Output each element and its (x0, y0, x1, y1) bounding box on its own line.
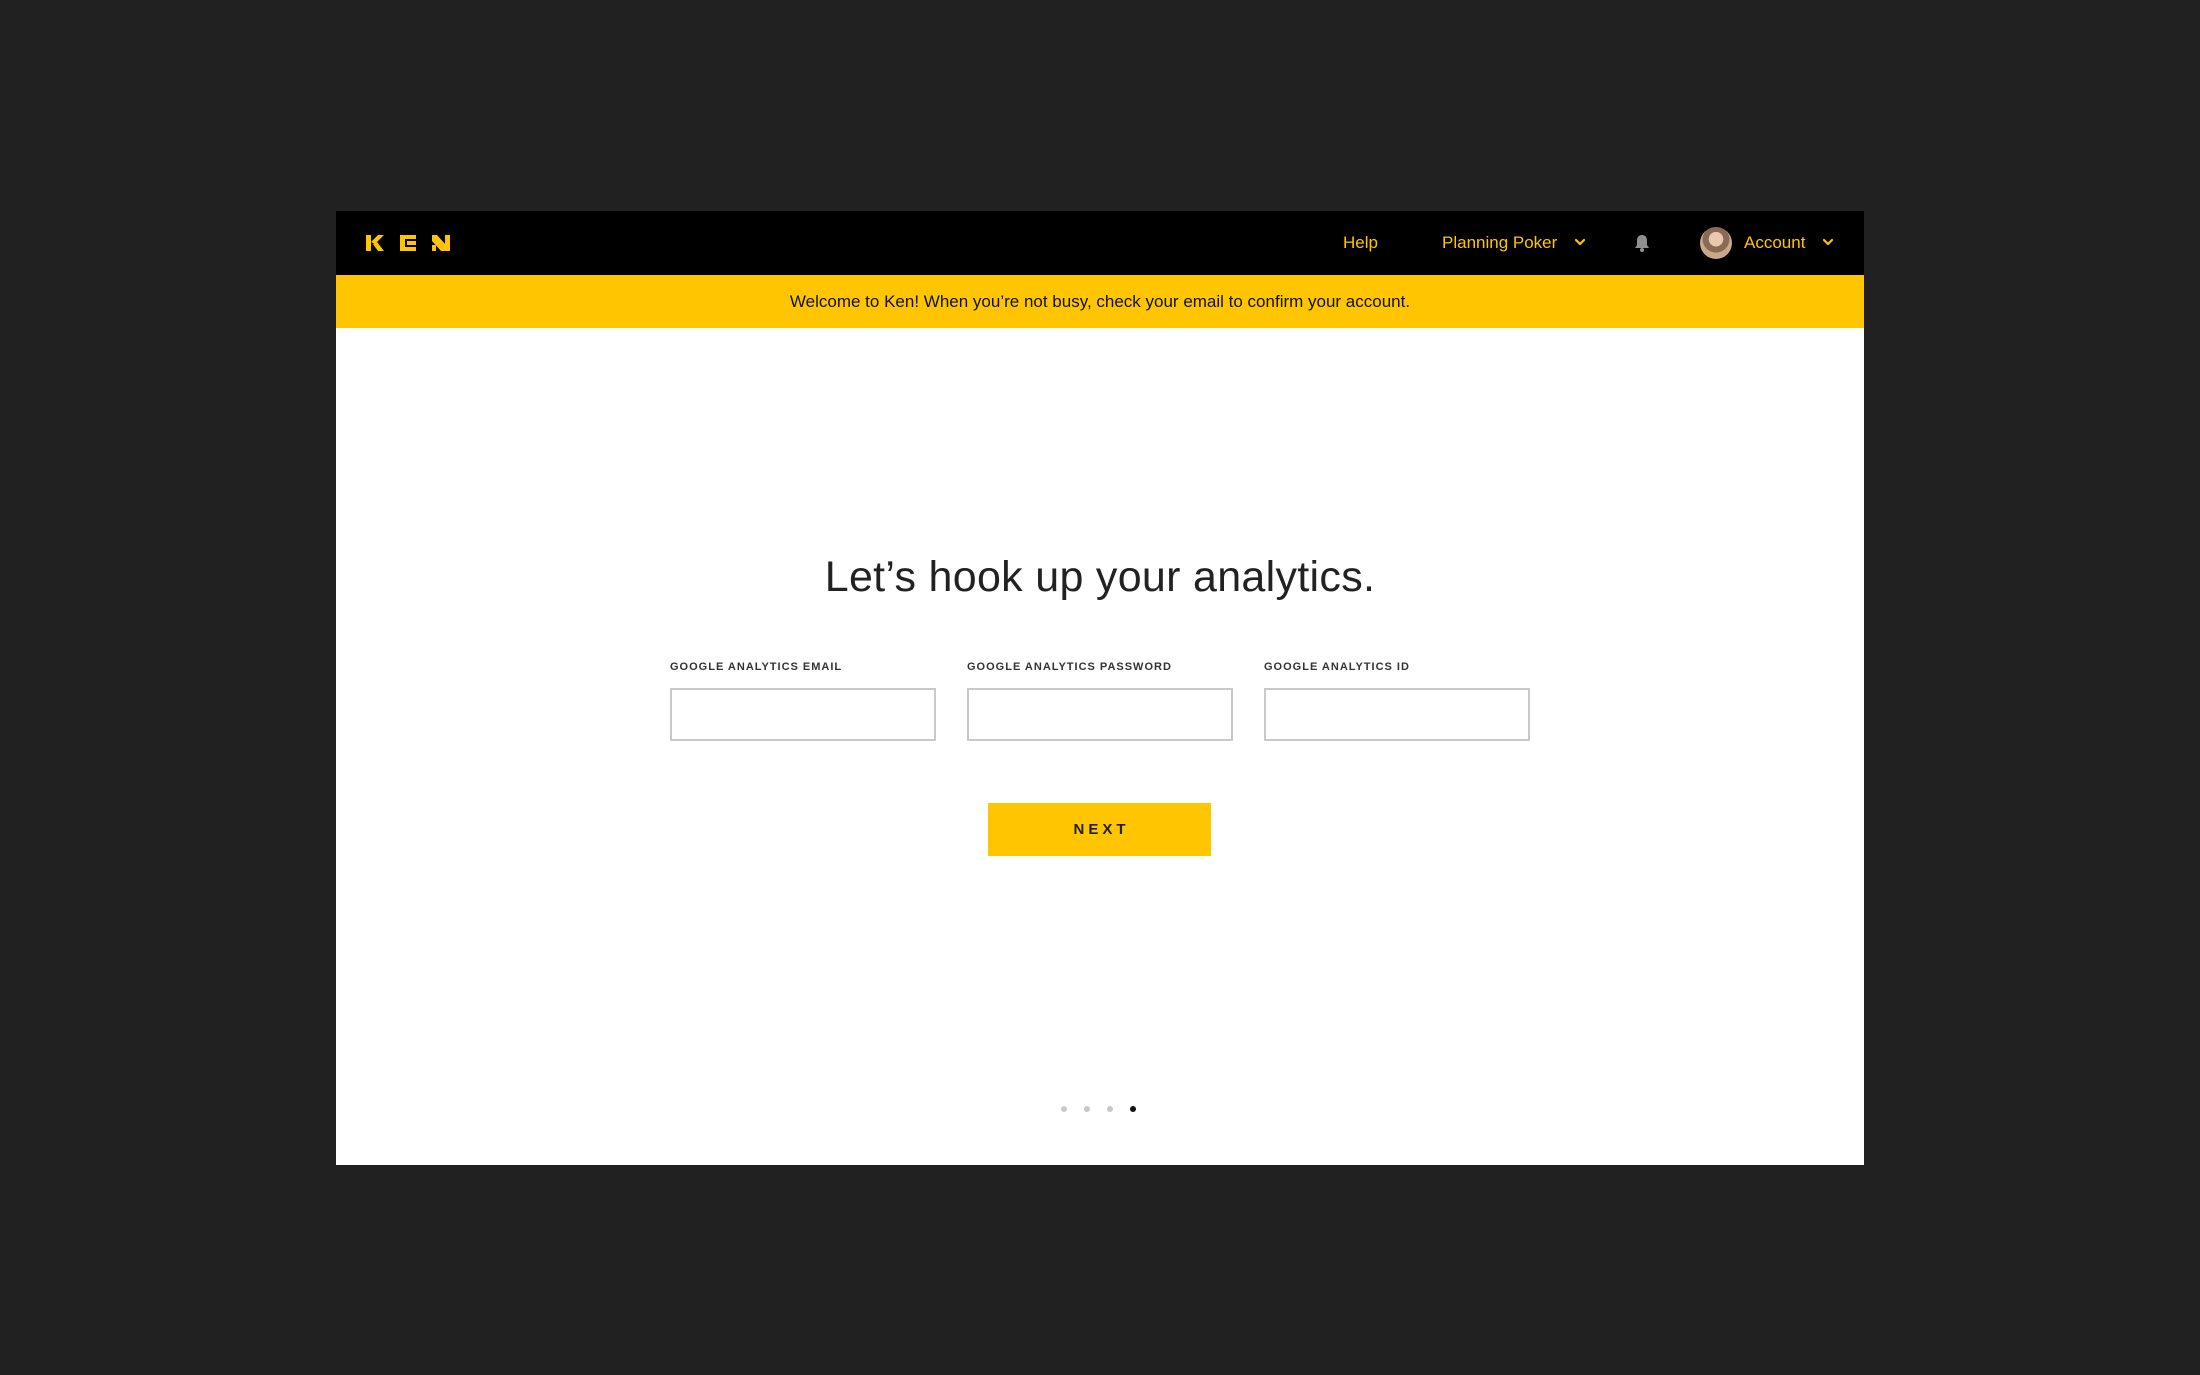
analytics-email-input[interactable] (670, 688, 936, 741)
nav-account-label: Account (1744, 233, 1806, 252)
analytics-password-input[interactable] (967, 688, 1233, 741)
top-navigation-bar: Help Planning Poker Account (336, 211, 1864, 275)
pager-dot-step-2[interactable] (1084, 1106, 1090, 1112)
nav-help-label: Help (1343, 233, 1378, 252)
chevron-down-icon (1574, 238, 1586, 246)
analytics-id-label: GOOGLE ANALYTICS ID (1264, 661, 1410, 673)
analytics-id-field-group: GOOGLE ANALYTICS ID (1264, 659, 1530, 741)
chevron-down-icon (1823, 238, 1834, 246)
welcome-banner: Welcome to Ken! When you’re not busy, ch… (336, 275, 1864, 328)
analytics-password-field-group: GOOGLE ANALYTICS PASSWORD (967, 659, 1233, 741)
nav-help-link[interactable]: Help (1343, 231, 1378, 255)
pager-dot-step-4[interactable] (1130, 1106, 1136, 1112)
next-button[interactable]: NEXT (988, 803, 1211, 856)
page-title: Let’s hook up your analytics. (824, 553, 1376, 601)
bell-icon[interactable] (1631, 232, 1653, 254)
analytics-password-label: GOOGLE ANALYTICS PASSWORD (967, 661, 1172, 673)
avatar[interactable] (1700, 227, 1732, 259)
analytics-email-field-group: GOOGLE ANALYTICS EMAIL (670, 659, 936, 741)
ken-logo[interactable] (366, 233, 450, 253)
analytics-email-label: GOOGLE ANALYTICS EMAIL (670, 661, 843, 673)
step-pager (1061, 1106, 1141, 1114)
analytics-id-input[interactable] (1264, 688, 1530, 741)
pager-dot-step-1[interactable] (1061, 1106, 1067, 1112)
nav-planning-poker-dropdown[interactable]: Planning Poker (1442, 231, 1586, 255)
nav-account-dropdown[interactable]: Account (1744, 231, 1834, 255)
nav-planning-label: Planning Poker (1442, 233, 1558, 252)
pager-dot-step-3[interactable] (1107, 1106, 1113, 1112)
welcome-banner-text: Welcome to Ken! When you’re not busy, ch… (789, 292, 1411, 311)
app-window: Help Planning Poker Account Welcome to K… (336, 211, 1864, 1165)
